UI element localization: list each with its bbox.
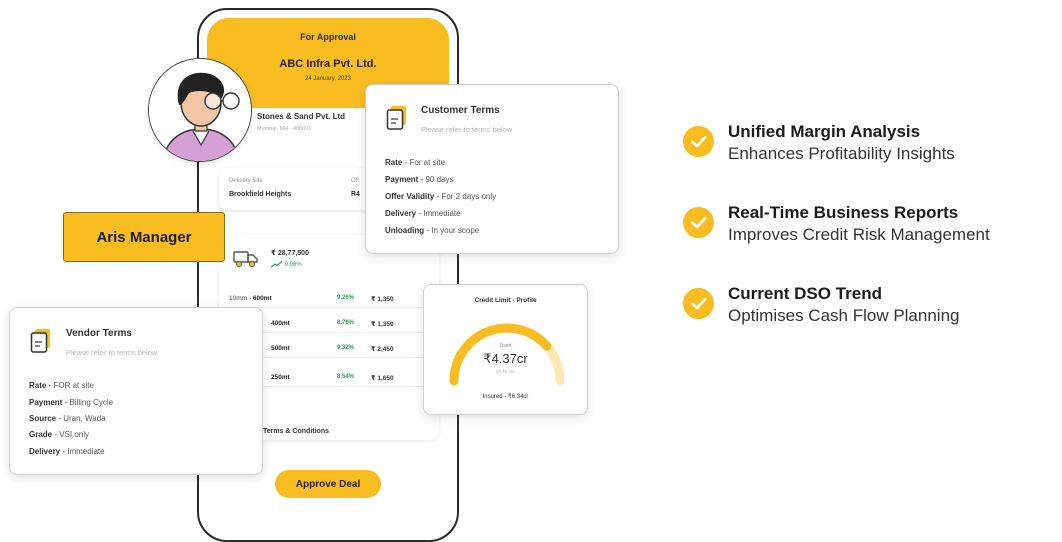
term-line: Rate - For at site [385,158,446,167]
row-qty: 400mt [271,320,290,327]
credit-used-label: Used [499,343,512,349]
term-line: Delivery - Immediate [385,209,461,218]
feature-subtitle: Optimises Cash Flow Planning [728,306,960,325]
credit-insured: Insured - ₹6.34cr [482,394,529,400]
term-line: Payment - 90 days [385,175,454,184]
delivery-site-label: Delivery Site [229,178,263,184]
term-key: Payment [385,175,419,184]
approve-deal-button[interactable]: Approve Deal [275,470,381,498]
term-key: Payment [29,398,63,407]
term-value: In your scope [431,226,480,235]
term-value: For at site [409,158,446,167]
offer-value: R4 [351,191,360,198]
avatar [148,58,252,162]
feature-title: Current DSO Trend [728,284,882,303]
term-line: Unloading - In your scope [385,226,480,235]
row-qty-value: 600mt [252,295,272,302]
term-value: FOR at site [53,381,94,390]
row-pct: 8.54% [337,374,355,380]
row-qty-value: 400mt [271,320,290,327]
term-key: Delivery [29,447,61,456]
feature-title: Unified Margin Analysis [728,122,921,141]
customer-terms-title: Customer Terms [421,105,500,116]
row-qty-prefix: 10mm - [229,295,253,302]
check-icon [683,288,714,319]
row-price: ₹ 1,350 [371,296,394,303]
row-pct: 8.76% [337,320,355,326]
company-name: ABC Infra Pvt. Ltd. [279,58,377,70]
term-line: Payment - Billing Cycle [29,398,114,407]
trend-up-icon [270,261,283,268]
term-line: Delivery - Immediate [29,447,105,456]
customer-terms-card: Customer Terms Please refer to terms bel… [365,84,619,254]
row-qty: 10mm - 600mt [229,295,272,302]
row-qty: 500mt [271,345,290,352]
terms-conditions-link[interactable]: Terms & Conditions [263,428,329,435]
row-qty: 250mt [271,374,290,381]
row-qty-value: 500mt [271,345,290,352]
term-value: Billing Cycle [69,398,114,407]
table-row: 10mm - 600mt 9.26% ₹ 1,350 [229,292,429,308]
term-key: Rate [385,158,403,167]
total-amount: ₹ 28,77,500 [271,250,309,257]
vendor-terms-subtitle: Please refer to terms below [66,348,158,357]
credit-limit-card: Credit Limit - Profile Used ₹4.37cr Of ₹… [423,284,588,415]
credit-total-label: Of ₹5.7cr [496,369,515,374]
term-line: Grade - VSI only [29,430,90,439]
row-pct: 9.26% [337,295,355,301]
truck-icon [233,251,258,267]
term-line: Source - Uran, Wada [29,414,106,423]
credit-used-amount: ₹4.37cr [483,351,528,366]
customer-terms-subtitle: Please refer to terms below [421,125,513,134]
feature-subtitle: Enhances Profitability Insights [728,144,955,163]
term-value: Immediate [423,209,461,218]
offer-label: Off [351,178,359,184]
term-value: Immediate [67,447,105,456]
row-price: ₹ 1,650 [371,375,394,382]
delivery-site-value: Brookfield Heights [229,191,292,198]
vendor-terms-card: Vendor Terms Please refer to terms below… [9,307,263,475]
check-icon [683,207,714,238]
trend-value: 9.06% [270,261,302,269]
aris-manager-tag: Aris Manager [63,212,225,262]
feature-subtitle: Improves Credit Risk Management [728,225,990,244]
row-pct: 9.32% [337,345,355,351]
row-price: ₹ 1,350 [371,321,394,328]
approval-status: For Approval [300,32,356,42]
term-key: Source [29,414,57,423]
term-value: For 2 days only [441,192,497,201]
term-line: Rate - FOR at site [29,381,94,390]
doc-icon [30,329,50,353]
row-qty-value: 250mt [271,374,290,381]
trend-percent: 9.06% [284,262,302,269]
term-value: VSI only [59,430,90,439]
term-key: Offer Validity [385,192,435,201]
vendor-info: Stones & Sand Pvt. Ltd Mumbai, MH - 4000… [257,112,345,132]
check-icon [683,126,714,157]
row-price: ₹ 2,450 [371,346,394,353]
vendor-name: Stones & Sand Pvt. Ltd [257,112,346,121]
term-value: 90 days [425,175,454,184]
vendor-address: Mumbai, MH - 400001 [257,126,312,132]
term-key: Unloading [385,226,425,235]
person-illustration [149,59,251,161]
credit-limit-title: Credit Limit - Profile [474,297,537,304]
term-value: Uran, Wada [63,414,106,423]
term-key: Rate [29,381,47,390]
vendor-terms-title: Vendor Terms [66,328,132,339]
term-key: Delivery [385,209,417,218]
term-key: Grade [29,430,53,439]
doc-icon [386,106,406,130]
term-line: Offer Validity - For 2 days only [385,192,497,201]
feature-title: Real-Time Business Reports [728,203,959,222]
